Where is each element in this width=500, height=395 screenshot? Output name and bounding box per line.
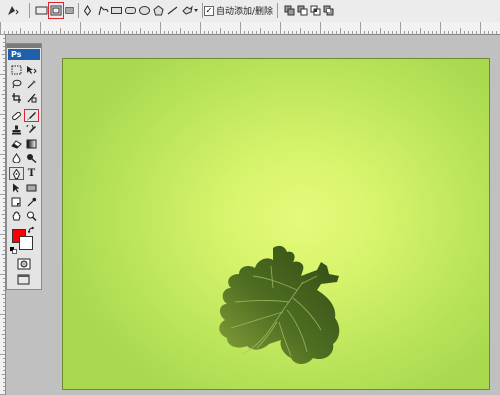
pen-tool-option[interactable] xyxy=(81,3,94,18)
swap-colors-button[interactable] xyxy=(28,226,37,235)
clone-stamp-icon xyxy=(12,125,21,134)
eraser-icon xyxy=(11,139,22,149)
photoshop-badge[interactable]: Ps xyxy=(8,49,40,60)
rectangle-option[interactable] xyxy=(110,3,123,18)
rectangle-icon xyxy=(111,7,122,14)
type-tool[interactable]: T xyxy=(25,168,38,179)
subtract-from-path-button[interactable] xyxy=(296,3,308,18)
move-icon xyxy=(27,65,37,74)
hand-tool[interactable] xyxy=(10,210,23,221)
brush-tool[interactable] xyxy=(24,109,39,122)
eyedropper-icon xyxy=(27,197,37,206)
slice-tool[interactable] xyxy=(25,92,38,103)
path-selection-icon xyxy=(13,183,20,192)
line-option[interactable] xyxy=(166,3,179,18)
pen-tool-icon xyxy=(12,168,21,179)
tools-panel-grip[interactable] xyxy=(7,44,41,48)
screen-mode-button[interactable] xyxy=(17,274,31,286)
path-selection-tool[interactable] xyxy=(10,182,23,193)
intersect-path-button[interactable] xyxy=(309,3,321,18)
history-brush-tool[interactable] xyxy=(25,124,38,135)
line-icon xyxy=(167,6,178,15)
healing-brush-tool[interactable] xyxy=(10,110,23,121)
fill-pixels-button[interactable] xyxy=(64,3,75,18)
intersect-area-icon xyxy=(310,5,320,16)
lasso-tool[interactable] xyxy=(10,78,23,89)
path-mode-icon xyxy=(50,5,61,16)
pen-tool-icon xyxy=(83,5,92,16)
horizontal-ruler xyxy=(0,22,500,35)
freeform-pen-icon xyxy=(98,6,109,16)
healing-brush-icon xyxy=(12,111,21,120)
rounded-rectangle-icon xyxy=(125,7,136,14)
quick-mask-icon xyxy=(17,258,31,270)
magic-wand-tool[interactable] xyxy=(25,78,38,89)
magic-wand-icon xyxy=(27,79,36,88)
custom-shape-option[interactable] xyxy=(180,3,200,18)
notes-tool[interactable] xyxy=(10,196,23,207)
auto-add-delete-checkbox[interactable]: ✓ xyxy=(204,5,214,16)
clone-stamp-tool[interactable] xyxy=(10,124,23,135)
blur-icon xyxy=(12,152,21,163)
quick-mask-mode-button[interactable] xyxy=(17,258,31,270)
horizontal-ruler-ticks xyxy=(0,22,497,34)
slice-icon xyxy=(27,93,37,102)
eyedropper-tool[interactable] xyxy=(25,196,38,207)
swap-arrow-icon xyxy=(28,226,35,234)
default-colors-icon xyxy=(10,247,17,254)
screen-mode-icon xyxy=(17,274,30,285)
dodge-icon xyxy=(27,153,37,163)
fill-pixels-icon xyxy=(65,7,74,14)
background-color-swatch[interactable] xyxy=(19,236,33,250)
gradient-icon xyxy=(26,139,37,148)
auto-add-delete-label: 自动添加/删除 xyxy=(216,7,274,17)
document-canvas[interactable] xyxy=(62,58,490,390)
freeform-pen-option[interactable] xyxy=(96,3,109,18)
shape-layers-button[interactable] xyxy=(35,3,48,18)
rounded-rectangle-option[interactable] xyxy=(124,3,137,18)
exclude-overlap-button[interactable] xyxy=(322,3,334,18)
options-bar: ✓ 自动添加/删除 xyxy=(0,0,500,23)
eraser-tool[interactable] xyxy=(10,138,23,149)
marquee-tool[interactable] xyxy=(10,64,23,75)
rectangle-shape-icon xyxy=(26,184,37,191)
add-to-path-button[interactable] xyxy=(283,3,295,18)
hand-icon xyxy=(12,211,21,220)
history-brush-icon xyxy=(26,124,36,133)
vertical-ruler-ticks xyxy=(0,34,5,395)
brush-icon xyxy=(27,111,36,120)
custom-shape-icon xyxy=(182,5,198,15)
dodge-tool[interactable] xyxy=(25,152,38,163)
pen-tool[interactable] xyxy=(9,167,24,180)
marquee-icon xyxy=(11,65,22,74)
polygon-option[interactable] xyxy=(152,3,165,18)
exclude-area-icon xyxy=(323,5,333,16)
ellipse-option[interactable] xyxy=(138,3,151,18)
zoom-icon xyxy=(27,211,37,221)
notes-icon xyxy=(11,197,21,206)
polygon-icon xyxy=(153,5,164,16)
rectangle-shape-tool[interactable] xyxy=(25,182,38,193)
lasso-icon xyxy=(12,79,22,88)
tool-preset-picker[interactable] xyxy=(3,3,21,18)
blur-tool[interactable] xyxy=(10,152,23,163)
auto-add-delete-option[interactable]: ✓ 自动添加/删除 xyxy=(204,4,273,17)
shape-layers-icon xyxy=(35,6,48,15)
move-tool[interactable] xyxy=(25,64,38,75)
default-colors-button[interactable] xyxy=(10,247,17,254)
zoom-tool[interactable] xyxy=(25,210,38,221)
add-area-icon xyxy=(284,5,294,16)
ellipse-icon xyxy=(139,6,150,15)
subtract-area-icon xyxy=(297,5,307,16)
pen-preset-icon xyxy=(7,6,19,15)
crop-tool[interactable] xyxy=(10,92,23,103)
paths-mode-button[interactable] xyxy=(48,2,64,19)
tools-panel: Ps T xyxy=(6,43,42,290)
leaf-shape[interactable] xyxy=(213,242,363,370)
gradient-tool[interactable] xyxy=(25,138,38,149)
crop-icon xyxy=(12,92,21,103)
